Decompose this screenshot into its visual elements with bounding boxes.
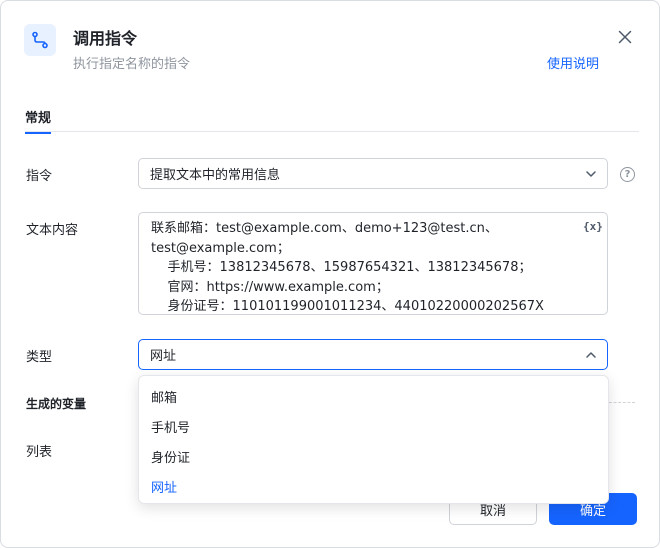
text-content-label: 文本内容 — [26, 223, 79, 238]
list-label: 列表 — [26, 445, 53, 460]
dropdown-option-email[interactable]: 邮箱 — [139, 381, 608, 411]
dialog-title: 调用指令 — [73, 29, 138, 48]
command-select-value: 提取文本中的常用信息 — [150, 168, 281, 183]
dropdown-option-id-card[interactable]: 身份证 — [139, 441, 608, 471]
chevron-down-icon — [586, 171, 596, 177]
dropdown-option-phone[interactable]: 手机号 — [139, 411, 608, 441]
tab-divider — [25, 131, 639, 132]
section-divider — [609, 402, 635, 403]
insert-variable-button[interactable]: {x} — [583, 220, 603, 233]
command-label: 指令 — [26, 169, 53, 184]
type-dropdown-menu: 邮箱 手机号 身份证 网址 — [138, 375, 609, 504]
type-label: 类型 — [26, 350, 53, 365]
type-select-value: 网址 — [150, 349, 177, 364]
tab-general[interactable]: 常规 — [25, 107, 52, 134]
type-select[interactable]: 网址 — [138, 339, 608, 370]
command-select[interactable]: 提取文本中的常用信息 — [138, 158, 608, 189]
usage-help-link[interactable]: 使用说明 — [547, 53, 599, 72]
chevron-up-icon — [586, 352, 596, 358]
dialog-subtitle: 执行指定名称的指令 — [73, 57, 191, 72]
close-icon — [618, 30, 632, 44]
text-content-textarea[interactable]: 联系邮箱：test@example.com、demo+123@test.cn、 … — [138, 212, 608, 315]
close-button[interactable] — [613, 25, 637, 49]
question-circle-icon[interactable]: ? — [620, 167, 635, 182]
generated-vars-heading: 生成的变量 — [26, 397, 87, 411]
route-icon — [24, 24, 56, 56]
invoke-command-dialog: 调用指令 执行指定名称的指令 使用说明 常规 指令 提取文本中的常用信息 ? 文… — [0, 0, 660, 548]
dropdown-option-url[interactable]: 网址 — [139, 471, 608, 501]
